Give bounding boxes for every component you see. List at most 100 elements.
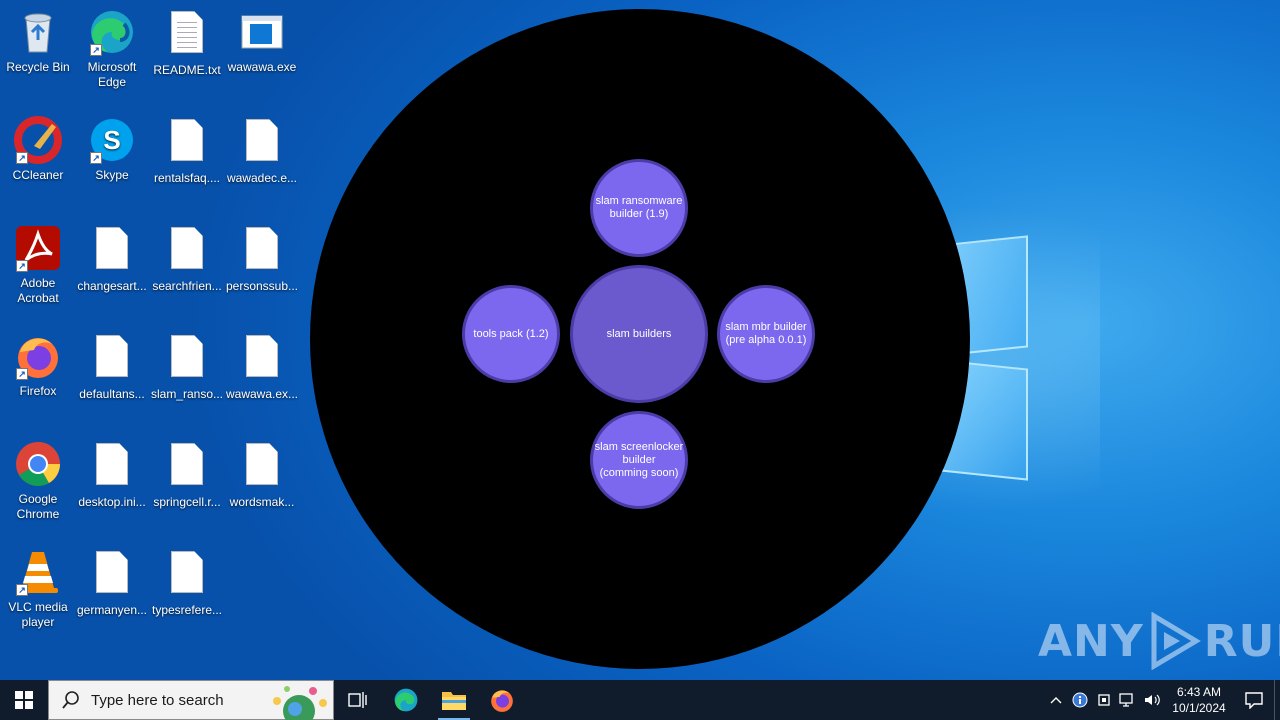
- screenlocker-builder-button[interactable]: slam screenlocker builder (comming soon): [590, 411, 688, 509]
- task-view-icon: [348, 692, 367, 708]
- show-desktop-button[interactable]: [1274, 680, 1280, 720]
- desktop-icon-recycle-bin[interactable]: Recycle Bin: [0, 8, 76, 75]
- desktop-icon-google-chrome[interactable]: Google Chrome: [0, 440, 76, 522]
- file-icon: [88, 443, 136, 491]
- file-icon: [238, 119, 286, 167]
- desktop-icon-label: Microsoft Edge: [87, 60, 137, 89]
- volume-icon[interactable]: [1140, 680, 1164, 720]
- slam-builders-center: slam builders: [570, 265, 708, 403]
- taskbar-search-box[interactable]: Type here to search: [48, 680, 334, 720]
- desktop-icon-label: wordsmak...: [229, 495, 295, 509]
- system-tray: 6:43 AM 10/1/2024: [1044, 680, 1280, 720]
- exe-window-icon: [238, 8, 286, 56]
- desktop-icon-file[interactable]: slam_ranso...: [149, 332, 225, 402]
- desktop-icon-readme[interactable]: README.txt: [149, 8, 225, 78]
- desktop-icon-label: changesart...: [77, 279, 147, 293]
- desktop-icon-adobe-acrobat[interactable]: ↗ Adobe Acrobat: [0, 224, 76, 306]
- shortcut-arrow-icon: ↗: [16, 584, 28, 596]
- file-icon: [163, 551, 211, 599]
- ccleaner-icon: ↗: [14, 116, 62, 164]
- desktop-icon-label: Skype: [95, 168, 129, 182]
- desktop-icon-label: Adobe Acrobat: [17, 276, 59, 305]
- chevron-up-icon[interactable]: [1044, 680, 1068, 720]
- file-icon: [238, 335, 286, 383]
- desktop-icon-label: Firefox: [19, 384, 57, 398]
- clock-date: 10/1/2024: [1172, 701, 1226, 715]
- desktop-icon-label: springcell.r...: [153, 495, 221, 509]
- desktop-icon-file[interactable]: personssub...: [224, 224, 300, 294]
- desktop-icon-file[interactable]: changesart...: [74, 224, 150, 294]
- desktop-icon-edge[interactable]: ↗ Microsoft Edge: [74, 8, 150, 90]
- desktop-icon-label: slam_ranso...: [150, 387, 224, 401]
- skype-icon: S ↗: [88, 116, 136, 164]
- recycle-bin-icon: [14, 8, 62, 56]
- acrobat-icon: ↗: [14, 224, 62, 272]
- desktop-icon-file[interactable]: wordsmak...: [224, 440, 300, 510]
- taskbar-edge-button[interactable]: [382, 680, 430, 720]
- desktop-icon-wawawa-exe[interactable]: wawawa.exe: [224, 8, 300, 75]
- taskbar-file-explorer-button[interactable]: [430, 680, 478, 720]
- file-icon: [88, 227, 136, 275]
- desktop-icon-label: defaultans...: [79, 387, 145, 401]
- desktop-icon-label: Google Chrome: [16, 492, 60, 521]
- ransomware-builder-button[interactable]: slam ransomware builder (1.9): [590, 159, 688, 257]
- notification-icon: [1245, 692, 1263, 709]
- desktop-icon-skype[interactable]: S ↗ Skype: [74, 116, 150, 183]
- desktop-icon-file[interactable]: desktop.ini...: [74, 440, 150, 510]
- desktop-icon-vlc[interactable]: ↗ VLC media player: [0, 548, 76, 630]
- start-button[interactable]: [0, 680, 48, 720]
- desktop-icon-file[interactable]: searchfrien...: [149, 224, 225, 294]
- network-icon[interactable]: [1116, 680, 1140, 720]
- vlc-icon: ↗: [14, 548, 62, 596]
- text-file-icon: [163, 11, 211, 59]
- file-icon: [163, 443, 211, 491]
- file-icon: [163, 227, 211, 275]
- desktop-icon-file[interactable]: rentalsfaq....: [149, 116, 225, 186]
- windows-start-icon: [15, 691, 33, 709]
- file-icon: [88, 551, 136, 599]
- desktop-icon-label: wawawa.ex...: [225, 387, 299, 401]
- taskbar-clock[interactable]: 6:43 AM 10/1/2024: [1164, 684, 1234, 716]
- desktop-icon-firefox[interactable]: ↗ Firefox: [0, 332, 76, 399]
- shortcut-arrow-icon: ↗: [90, 44, 102, 56]
- file-icon: [238, 227, 286, 275]
- tools-pack-button[interactable]: tools pack (1.2): [462, 285, 560, 383]
- search-highlight-globe-icon: [273, 686, 327, 720]
- anyrun-watermark: ANY RUN: [1038, 612, 1280, 670]
- play-logo-icon: [1151, 612, 1201, 670]
- shortcut-arrow-icon: ↗: [16, 152, 28, 164]
- desktop-icon-label: wawawa.exe: [227, 60, 297, 74]
- task-view-button[interactable]: [334, 680, 382, 720]
- desktop-icon-file[interactable]: defaultans...: [74, 332, 150, 402]
- desktop-icon-label: CCleaner: [12, 168, 64, 182]
- shortcut-arrow-icon: ↗: [90, 152, 102, 164]
- info-icon[interactable]: [1068, 680, 1092, 720]
- desktop-icon-label: searchfrien...: [152, 279, 222, 293]
- desktop-icon-file[interactable]: wawadec.e...: [224, 116, 300, 186]
- desktop-icon-file[interactable]: germanyen...: [74, 548, 150, 618]
- file-icon: [238, 443, 286, 491]
- desktop-icon-label: personssub...: [225, 279, 299, 293]
- desktop-icon-file[interactable]: springcell.r...: [149, 440, 225, 510]
- file-icon: [163, 335, 211, 383]
- file-icon: [88, 335, 136, 383]
- desktop-icon-ccleaner[interactable]: ↗ CCleaner: [0, 116, 76, 183]
- desktop-icon-file[interactable]: wawawa.ex...: [224, 332, 300, 402]
- clock-time: 6:43 AM: [1176, 685, 1222, 699]
- firefox-icon: [491, 690, 513, 712]
- slam-builders-window: slam ransomware builder (1.9) slam build…: [310, 9, 970, 669]
- edge-icon: ↗: [88, 8, 136, 56]
- mbr-builder-button[interactable]: slam mbr builder (pre alpha 0.0.1): [717, 285, 815, 383]
- desktop-icon-label: wawadec.e...: [226, 171, 298, 185]
- desktop-icon-label: Recycle Bin: [6, 60, 70, 74]
- notification-center-button[interactable]: [1234, 680, 1274, 720]
- device-icon[interactable]: [1092, 680, 1116, 720]
- watermark-text-right: RUN: [1203, 615, 1280, 667]
- watermark-text-left: ANY: [1038, 615, 1144, 667]
- file-icon: [163, 119, 211, 167]
- taskbar-firefox-button[interactable]: [478, 680, 526, 720]
- search-placeholder: Type here to search: [91, 691, 224, 709]
- desktop-icon-file[interactable]: typesrefere...: [149, 548, 225, 618]
- desktop-icon-label: rentalsfaq....: [153, 171, 221, 185]
- desktop-icon-label: typesrefere...: [151, 603, 223, 617]
